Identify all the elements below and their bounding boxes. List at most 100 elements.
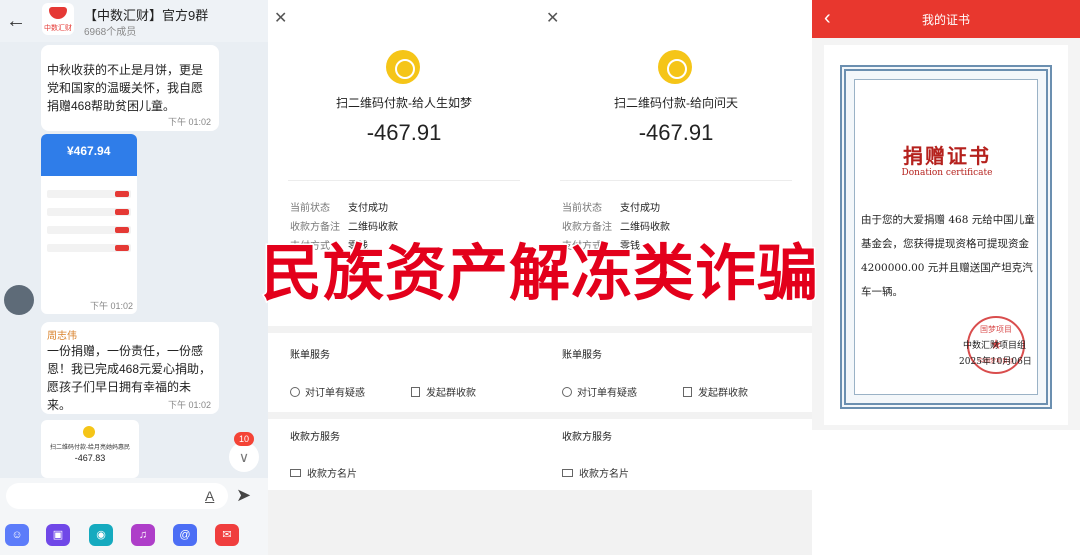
image-icon[interactable]: ▣ bbox=[46, 524, 70, 546]
remark-value: 二维码收款 bbox=[620, 222, 670, 233]
certificate-text: 由于您的大爱捐赠 468 元给中国儿童基金会，您获得提现资格可提现资金 4200… bbox=[861, 214, 1035, 298]
seal-top-text: 国梦项目 bbox=[980, 325, 1012, 334]
certificate-header: 我的证书 ‹ bbox=[812, 0, 1080, 38]
bottom-area bbox=[812, 430, 1080, 555]
payment-amount: -467.91 bbox=[366, 120, 442, 145]
remark-value: 二维码收款 bbox=[348, 222, 398, 233]
toolbar: ☺ ▣ ◉ ♫ @ ✉ bbox=[0, 516, 268, 555]
scroll-down-button[interactable]: ∨ bbox=[229, 442, 259, 472]
document-icon bbox=[683, 387, 692, 397]
status-label: 当前状态 bbox=[290, 203, 330, 214]
payment-card-title: 扫二维码付款-给月亮她妈惠民 bbox=[50, 445, 130, 451]
remark-label: 收款方备注 bbox=[562, 222, 612, 233]
message-bubble[interactable]: 周志伟 一份捐赠，一份责任，一份感恩！我已完成468元爱心捐助，愿孩子们早日拥有… bbox=[41, 322, 219, 414]
emoji-icon[interactable]: ☺ bbox=[5, 524, 29, 546]
remark-label: 收款方备注 bbox=[290, 222, 340, 233]
group-collect-link[interactable]: 发起群收款 bbox=[683, 384, 748, 399]
payment-amount: -467.91 bbox=[638, 120, 714, 145]
font-style-icon[interactable]: A bbox=[205, 488, 214, 504]
message-time: 下午 01:02 bbox=[89, 301, 133, 311]
order-doubt-link[interactable]: 对订单有疑惑 bbox=[290, 384, 365, 399]
bill-service-title: 账单服务 bbox=[562, 350, 602, 361]
certificate-heading: 捐赠证书 bbox=[903, 144, 991, 168]
certificate-body: 捐赠证书 Donation certificate 由于您的大爱捐赠 468 元… bbox=[854, 79, 1038, 395]
order-doubt-label: 对订单有疑惑 bbox=[577, 388, 637, 399]
screenshot-message[interactable]: ¥467.94 下午 01:02 bbox=[41, 134, 137, 314]
certificate-frame: 捐赠证书 Donation certificate 由于您的大爱捐赠 468 元… bbox=[840, 65, 1052, 409]
payee-service-title: 收款方服务 bbox=[562, 432, 612, 443]
message-input[interactable] bbox=[6, 483, 228, 509]
card-icon bbox=[562, 469, 573, 477]
status-value: 支付成功 bbox=[348, 203, 388, 214]
section-gap bbox=[268, 412, 540, 419]
member-count: 6968个成员 bbox=[84, 27, 137, 38]
mention-icon[interactable]: @ bbox=[173, 524, 197, 546]
message-time: 下午 01:02 bbox=[167, 117, 211, 127]
warning-caption: 民族资产解冻类诈骗 bbox=[259, 237, 819, 311]
question-icon bbox=[562, 387, 572, 397]
certificate-subheading: Donation certificate bbox=[901, 168, 993, 178]
payee-card-label: 收款方名片 bbox=[307, 469, 357, 480]
group-collect-label: 发起群收款 bbox=[426, 388, 476, 399]
coin-icon bbox=[386, 50, 420, 84]
camera-icon[interactable]: ◉ bbox=[89, 524, 113, 546]
screenshot-row bbox=[47, 208, 131, 216]
chat-title: 【中数汇财】官方9群 bbox=[84, 8, 209, 23]
group-chat-panel: ← 中数汇财 【中数汇财】官方9群 6968个成员 中秋收获的不止是月饼，更是党… bbox=[0, 0, 268, 555]
screenshot-amount: ¥467.94 bbox=[67, 144, 111, 158]
unread-badge: 10 bbox=[234, 432, 254, 446]
payment-title: 扫二维码付款-给向问天 bbox=[614, 96, 738, 110]
screenshot-row bbox=[47, 190, 131, 198]
screenshot-header: ¥467.94 bbox=[41, 134, 137, 176]
sender-name: 周志伟 bbox=[47, 331, 77, 342]
card-icon bbox=[290, 469, 301, 477]
voice-icon[interactable]: ♫ bbox=[131, 524, 155, 546]
certificate-org: 中数汇财项目组 bbox=[963, 341, 1027, 351]
question-icon bbox=[290, 387, 300, 397]
group-avatar[interactable]: 中数汇财 bbox=[42, 3, 74, 35]
input-bar: A ➤ bbox=[0, 478, 268, 516]
divider bbox=[560, 180, 792, 181]
group-logo-text: 中数汇财 bbox=[44, 25, 72, 32]
status-value: 支付成功 bbox=[620, 203, 660, 214]
close-icon[interactable]: ✕ bbox=[274, 8, 287, 28]
message-bubble[interactable]: 中秋收获的不止是月饼，更是党和国家的温暖关怀，我自愿捐赠468帮助贫困儿童。 下… bbox=[41, 45, 219, 131]
bill-service-title: 账单服务 bbox=[290, 350, 330, 361]
payee-card-label: 收款方名片 bbox=[579, 469, 629, 480]
payee-service-title: 收款方服务 bbox=[290, 432, 340, 443]
bottom-area bbox=[540, 490, 812, 555]
certificate-date: 2025年10月06日 bbox=[959, 357, 1032, 367]
message-time: 下午 01:02 bbox=[167, 400, 211, 410]
group-collect-link[interactable]: 发起群收款 bbox=[411, 384, 476, 399]
page-title: 我的证书 bbox=[921, 13, 970, 27]
order-doubt-label: 对订单有疑惑 bbox=[305, 388, 365, 399]
certificate-panel: 我的证书 ‹ 捐赠证书 Donation certificate 由于您的大爱捐… bbox=[812, 0, 1080, 555]
payment-card-amount: -467.83 bbox=[74, 453, 106, 463]
chat-header: ← 中数汇财 【中数汇财】官方9群 6968个成员 bbox=[0, 0, 268, 42]
certificate-card: 捐赠证书 Donation certificate 由于您的大爱捐赠 468 元… bbox=[824, 45, 1068, 425]
divider bbox=[288, 180, 520, 181]
status-label: 当前状态 bbox=[562, 203, 602, 214]
section-gap bbox=[540, 412, 812, 419]
message-text: 中秋收获的不止是月饼，更是党和国家的温暖关怀，我自愿捐赠468帮助贫困儿童。 bbox=[47, 63, 204, 113]
close-icon[interactable]: ✕ bbox=[546, 8, 559, 28]
ingot-icon bbox=[49, 7, 67, 19]
send-icon[interactable]: ➤ bbox=[236, 485, 251, 506]
back-chevron-icon[interactable]: ‹ bbox=[824, 7, 831, 30]
back-arrow-icon[interactable]: ← bbox=[6, 10, 28, 32]
group-collect-label: 发起群收款 bbox=[698, 388, 748, 399]
document-icon bbox=[411, 387, 420, 397]
screenshot-row bbox=[47, 244, 131, 252]
section-gap bbox=[540, 326, 812, 333]
avatar[interactable] bbox=[4, 285, 34, 315]
screenshot-row bbox=[47, 226, 131, 234]
coin-icon bbox=[658, 50, 692, 84]
section-gap bbox=[268, 326, 540, 333]
bottom-area bbox=[268, 490, 540, 555]
payee-card-link[interactable]: 收款方名片 bbox=[562, 465, 629, 480]
payee-card-link[interactable]: 收款方名片 bbox=[290, 465, 357, 480]
payment-card-message[interactable]: 扫二维码付款-给月亮她妈惠民 -467.83 bbox=[41, 420, 139, 478]
redpacket-icon[interactable]: ✉ bbox=[215, 524, 239, 546]
coin-icon bbox=[83, 426, 95, 438]
order-doubt-link[interactable]: 对订单有疑惑 bbox=[562, 384, 637, 399]
